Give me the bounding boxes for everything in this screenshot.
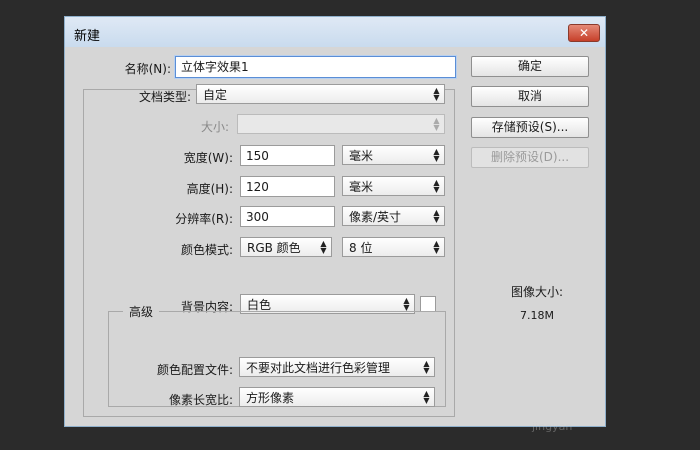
select-arrows-icon: ▲ ▼ (433, 239, 440, 255)
advanced-section-title: 高级 (123, 303, 160, 320)
select-arrows-icon: ▲ ▼ (433, 116, 440, 132)
background-contents-value: 白色 (247, 298, 272, 312)
select-arrows-icon: ▲ ▼ (433, 208, 440, 224)
width-unit-select[interactable]: 毫米 ▲ ▼ (342, 145, 445, 165)
color-mode-value: RGB 颜色 (247, 241, 301, 255)
height-unit-select[interactable]: 毫米 ▲ ▼ (342, 176, 445, 196)
width-input[interactable]: 150 (240, 145, 335, 166)
height-input[interactable]: 120 (240, 176, 335, 197)
pixel-aspect-ratio-select[interactable]: 方形像素 ▲ ▼ (239, 387, 435, 407)
color-profile-label: 颜色配置文件: (156, 363, 233, 377)
select-arrows-icon: ▲ ▼ (433, 86, 440, 102)
dialog-titlebar[interactable]: 新建 ✕ (65, 17, 605, 47)
select-arrows-icon: ▲ ▼ (423, 359, 430, 375)
image-size-label: 图像大小: (510, 285, 564, 299)
size-label: 大小: (200, 120, 229, 134)
document-type-select[interactable]: 自定 ▲ ▼ (196, 84, 445, 104)
dialog-title: 新建 (74, 29, 101, 44)
ok-button[interactable]: 确定 (471, 56, 589, 77)
pixel-aspect-ratio-label: 像素长宽比: (168, 393, 233, 407)
resolution-label: 分辨率(R): (175, 212, 233, 226)
image-size-value: 7.18M (520, 309, 554, 322)
dialog-body: 名称(N): 立体字效果1 文档类型: 自定 ▲ ▼ 大小: ▲ ▼ 宽度(W): … (67, 47, 603, 426)
new-document-dialog: 新建 ✕ 名称(N): 立体字效果1 文档类型: 自定 ▲ ▼ 大小: ▲ ▼ 宽度… (64, 16, 606, 427)
document-type-label: 文档类型: (138, 90, 191, 104)
close-icon: ✕ (578, 26, 590, 40)
size-select: ▲ ▼ (237, 114, 445, 134)
height-label: 高度(H): (186, 182, 233, 196)
name-label: 名称(N): (124, 62, 171, 76)
bit-depth-value: 8 位 (349, 241, 373, 255)
name-input[interactable]: 立体字效果1 (175, 56, 456, 78)
select-arrows-icon: ▲ ▼ (423, 389, 430, 405)
width-label: 宽度(W): (183, 151, 233, 165)
close-button[interactable]: ✕ (568, 24, 600, 42)
save-preset-button[interactable]: 存储预设(S)... (471, 117, 589, 138)
color-mode-select[interactable]: RGB 颜色 ▲ ▼ (240, 237, 332, 257)
pixel-aspect-ratio-value: 方形像素 (246, 391, 295, 405)
bit-depth-select[interactable]: 8 位 ▲ ▼ (342, 237, 445, 257)
watermark: jingyan (532, 420, 573, 433)
select-arrows-icon: ▲ ▼ (320, 239, 327, 255)
resolution-input[interactable]: 300 (240, 206, 335, 227)
cancel-button[interactable]: 取消 (471, 86, 589, 107)
select-arrows-icon: ▲ ▼ (403, 296, 410, 312)
color-mode-label: 颜色模式: (180, 243, 233, 257)
resolution-unit-select[interactable]: 像素/英寸 ▲ ▼ (342, 206, 445, 226)
document-type-value: 自定 (203, 88, 228, 102)
color-profile-select[interactable]: 不要对此文档进行色彩管理 ▲ ▼ (239, 357, 435, 377)
height-unit-value: 毫米 (349, 180, 374, 194)
color-profile-value: 不要对此文档进行色彩管理 (246, 361, 391, 375)
select-arrows-icon: ▲ ▼ (433, 147, 440, 163)
background-color-swatch[interactable] (420, 296, 436, 312)
select-arrows-icon: ▲ ▼ (433, 178, 440, 194)
width-unit-value: 毫米 (349, 149, 374, 163)
delete-preset-button: 删除预设(D)... (471, 147, 589, 168)
resolution-unit-value: 像素/英寸 (349, 210, 402, 224)
